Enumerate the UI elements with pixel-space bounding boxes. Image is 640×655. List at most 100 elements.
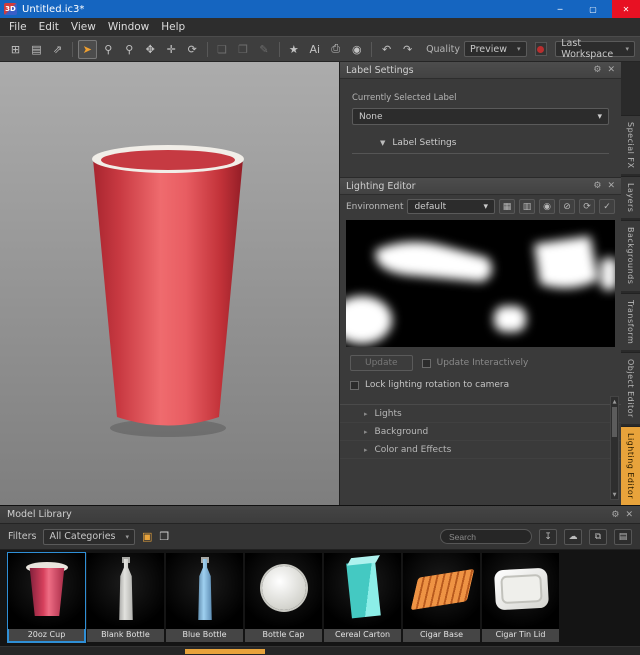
list-view-button[interactable]: ▤ bbox=[614, 529, 632, 545]
group-button[interactable]: ❐ bbox=[234, 40, 253, 59]
scroll-down-icon[interactable]: ▼ bbox=[613, 490, 617, 499]
lighting-editor-header[interactable]: Lighting Editor ⚙ ✕ bbox=[340, 178, 621, 195]
cloud-library-button[interactable]: ☁ bbox=[564, 529, 582, 545]
magnifier-region-icon: ⚲ bbox=[125, 43, 133, 56]
undo-button[interactable]: ↶ bbox=[377, 40, 396, 59]
tab-backgrounds[interactable]: Backgrounds bbox=[621, 220, 640, 290]
close-icon[interactable]: ✕ bbox=[607, 181, 615, 191]
model-library-header[interactable]: Model Library ⚙ ✕ bbox=[0, 506, 640, 524]
tab-object-editor[interactable]: Object Editor bbox=[621, 352, 640, 424]
label-settings-title: Label Settings bbox=[346, 65, 414, 76]
library-item-blank-bottle[interactable]: Blank Bottle bbox=[87, 553, 164, 642]
close-icon[interactable]: ✕ bbox=[625, 510, 633, 520]
frame-object-button[interactable]: ❏ bbox=[213, 40, 232, 59]
list-view-icon: ▤ bbox=[619, 532, 628, 542]
panel-scrollbar[interactable]: ▲ ▼ bbox=[610, 396, 619, 500]
minimize-button[interactable]: ─ bbox=[546, 0, 574, 18]
close-button[interactable]: ✕ bbox=[612, 0, 640, 18]
viewport-3d[interactable] bbox=[0, 62, 340, 505]
star-tool-button[interactable]: ★ bbox=[284, 40, 303, 59]
import-model-button[interactable]: ⇗ bbox=[48, 40, 67, 59]
section-background[interactable]: ▸ Background bbox=[340, 423, 621, 441]
delete-environment-button[interactable]: ⊘ bbox=[559, 199, 575, 214]
selected-label-dropdown[interactable]: None ▾ bbox=[352, 108, 609, 125]
ai-tool-button[interactable]: Ai bbox=[305, 40, 324, 59]
tab-layers[interactable]: Layers bbox=[621, 176, 640, 218]
environment-preview[interactable] bbox=[346, 220, 615, 347]
library-item-cereal-carton[interactable]: Cereal Carton bbox=[324, 553, 401, 642]
library-item-label: Cereal Carton bbox=[324, 629, 401, 642]
zoom-region-button[interactable]: ⚲ bbox=[120, 40, 139, 59]
label-settings-header[interactable]: Label Settings ⚙ ✕ bbox=[340, 62, 621, 79]
gear-icon[interactable]: ⚙ bbox=[593, 181, 601, 191]
menu-view[interactable]: View bbox=[65, 20, 102, 34]
library-item-bottle-cap[interactable]: Bottle Cap bbox=[245, 553, 322, 642]
category-value: All Categories bbox=[49, 531, 115, 542]
render-indicator[interactable] bbox=[535, 42, 548, 56]
render-icon: ◉ bbox=[543, 202, 551, 212]
menu-window[interactable]: Window bbox=[102, 20, 155, 34]
render-environment-button[interactable]: ◉ bbox=[539, 199, 555, 214]
scrollbar-thumb[interactable] bbox=[612, 407, 617, 437]
tab-special-fx[interactable]: Special FX bbox=[621, 115, 640, 174]
library-filter-bar: Filters All Categories ▾ ▣ ❒ ↧ ☁ ⧉ ▤ bbox=[0, 524, 640, 550]
printer-icon: ⎙ bbox=[331, 42, 340, 56]
new-scene-button[interactable]: ⊞ bbox=[6, 40, 25, 59]
update-interactively-option[interactable]: Update Interactively bbox=[422, 358, 529, 368]
thumbnail-blank-bottle bbox=[87, 553, 164, 629]
shape-filter-icon[interactable]: ❒ bbox=[159, 530, 169, 543]
print-button[interactable]: ⎙ bbox=[326, 40, 345, 59]
library-item-cigar-tin-lid[interactable]: Cigar Tin Lid bbox=[482, 553, 559, 642]
menu-help[interactable]: Help bbox=[155, 20, 191, 34]
titlebar[interactable]: 3D Untitled.ic3* ─ ▢ ✕ bbox=[0, 0, 640, 18]
gear-icon[interactable]: ⚙ bbox=[611, 510, 619, 520]
library-scrollbar[interactable] bbox=[0, 646, 640, 655]
label-settings-section-toggle[interactable]: ▼ Label Settings bbox=[352, 138, 609, 154]
category-dropdown[interactable]: All Categories ▾ bbox=[43, 529, 135, 545]
scroll-up-icon[interactable]: ▲ bbox=[613, 397, 617, 406]
duplicate-icon: ⧉ bbox=[595, 532, 601, 542]
download-model-button[interactable]: ↧ bbox=[539, 529, 557, 545]
menu-edit[interactable]: Edit bbox=[33, 20, 65, 34]
pan-tool-button[interactable]: ✥ bbox=[141, 40, 160, 59]
close-icon[interactable]: ✕ bbox=[607, 65, 615, 75]
section-color-effects[interactable]: ▸ Color and Effects bbox=[340, 441, 621, 459]
open-file-button[interactable]: ▤ bbox=[27, 40, 46, 59]
red-cup-render[interactable] bbox=[0, 62, 340, 505]
library-item-cigar-base[interactable]: Cigar Base bbox=[403, 553, 480, 642]
update-button[interactable]: Update bbox=[350, 355, 413, 371]
tab-transform[interactable]: Transform bbox=[621, 293, 640, 350]
duplicate-model-button[interactable]: ⧉ bbox=[589, 529, 607, 545]
library-item-blue-bottle[interactable]: Blue Bottle bbox=[166, 553, 243, 642]
lock-rotation-option[interactable]: Lock lighting rotation to camera bbox=[340, 373, 621, 394]
redo-button[interactable]: ↷ bbox=[398, 40, 417, 59]
save-environment-button[interactable]: ▦ bbox=[499, 199, 515, 214]
search-input[interactable] bbox=[440, 529, 532, 544]
pen-tool-button[interactable]: ✎ bbox=[255, 40, 274, 59]
load-environment-button[interactable]: ▥ bbox=[519, 199, 535, 214]
rotate-tool-button[interactable]: ⟳ bbox=[183, 40, 202, 59]
quality-dropdown[interactable]: Preview ▾ bbox=[464, 41, 527, 57]
refresh-icon: ⟳ bbox=[583, 202, 591, 212]
workspace-dropdown[interactable]: Last Workspace ▾ bbox=[555, 41, 635, 57]
group-icon: ❐ bbox=[238, 43, 248, 56]
thumbnail-cigar-base bbox=[403, 553, 480, 629]
snapshot-button[interactable]: ◉ bbox=[347, 40, 366, 59]
menu-file[interactable]: File bbox=[3, 20, 33, 34]
thumbnail-cigar-tin-lid bbox=[482, 553, 559, 629]
zoom-tool-button[interactable]: ⚲ bbox=[99, 40, 118, 59]
section-lights[interactable]: ▸ Lights bbox=[340, 405, 621, 423]
scrollbar-thumb[interactable] bbox=[185, 649, 265, 654]
library-item-label: Cigar Tin Lid bbox=[482, 629, 559, 642]
environment-dropdown[interactable]: default ▾ bbox=[407, 199, 495, 214]
move-tool-button[interactable]: ✛ bbox=[162, 40, 181, 59]
apply-environment-button[interactable]: ✓ bbox=[599, 199, 615, 214]
package-filter-icon[interactable]: ▣ bbox=[142, 530, 152, 543]
refresh-environment-button[interactable]: ⟳ bbox=[579, 199, 595, 214]
tab-lighting-editor[interactable]: Lighting Editor bbox=[621, 426, 640, 505]
select-tool-button[interactable]: ➤ bbox=[78, 40, 97, 59]
chevron-down-icon: ▾ bbox=[483, 202, 488, 212]
gear-icon[interactable]: ⚙ bbox=[593, 65, 601, 75]
library-item-20oz-cup[interactable]: 20oz Cup bbox=[8, 553, 85, 642]
maximize-button[interactable]: ▢ bbox=[579, 0, 607, 18]
